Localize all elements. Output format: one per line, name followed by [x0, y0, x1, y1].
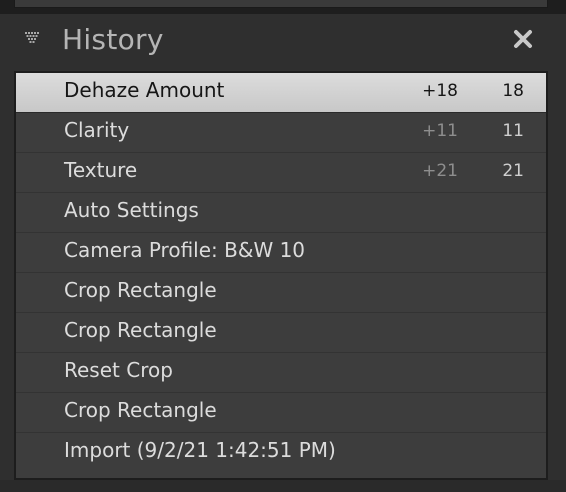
panel-title: History	[62, 23, 164, 56]
history-panel-window: History Dehaze Amount +18 18 Clarity +11 11 Te…	[0, 0, 566, 492]
panel-bottom-edge	[0, 480, 566, 492]
history-step-value: 11	[502, 121, 524, 141]
history-list-frame: Dehaze Amount +18 18 Clarity +11 11 Texture +21…	[14, 71, 548, 480]
history-panel: History Dehaze Amount +18 18 Clarity +11 11 Te…	[0, 14, 566, 492]
history-step-label: Dehaze Amount	[64, 78, 225, 102]
previous-panel-bottom	[14, 0, 548, 8]
history-step-label: Texture	[64, 158, 138, 182]
history-step-row[interactable]: Crop Rectangle	[16, 273, 546, 313]
history-step-row[interactable]: Camera Profile: B&W 10	[16, 233, 546, 273]
history-step-row[interactable]: Reset Crop	[16, 353, 546, 393]
history-step-row[interactable]: Dehaze Amount +18 18	[16, 73, 546, 113]
collapse-triangle-icon[interactable]	[22, 30, 42, 46]
history-step-label: Reset Crop	[64, 358, 173, 382]
history-step-row[interactable]: Clarity +11 11	[16, 113, 546, 153]
history-step-value: 18	[502, 81, 524, 101]
panel-header[interactable]: History	[0, 14, 566, 66]
close-x-icon[interactable]	[512, 28, 534, 50]
history-step-change: +21	[422, 161, 458, 181]
history-step-row[interactable]: Import (9/2/21 1:42:51 PM)	[16, 433, 546, 473]
history-step-change: +18	[422, 81, 458, 101]
history-step-label: Auto Settings	[64, 198, 199, 222]
previous-panel-edge	[0, 0, 566, 14]
history-step-label: Camera Profile: B&W 10	[64, 238, 306, 262]
history-step-row[interactable]: Auto Settings	[16, 193, 546, 233]
history-step-label: Crop Rectangle	[64, 318, 217, 342]
history-step-row[interactable]: Crop Rectangle	[16, 393, 546, 433]
history-step-label: Import (9/2/21 1:42:51 PM)	[64, 438, 336, 462]
history-step-label: Crop Rectangle	[64, 278, 217, 302]
history-step-label: Crop Rectangle	[64, 398, 217, 422]
history-step-value: 21	[502, 161, 524, 181]
history-step-row[interactable]: Crop Rectangle	[16, 313, 546, 353]
history-step-change: +11	[422, 121, 458, 141]
history-list: Dehaze Amount +18 18 Clarity +11 11 Texture +21…	[16, 73, 546, 478]
history-step-label: Clarity	[64, 118, 130, 142]
history-step-row[interactable]: Texture +21 21	[16, 153, 546, 193]
